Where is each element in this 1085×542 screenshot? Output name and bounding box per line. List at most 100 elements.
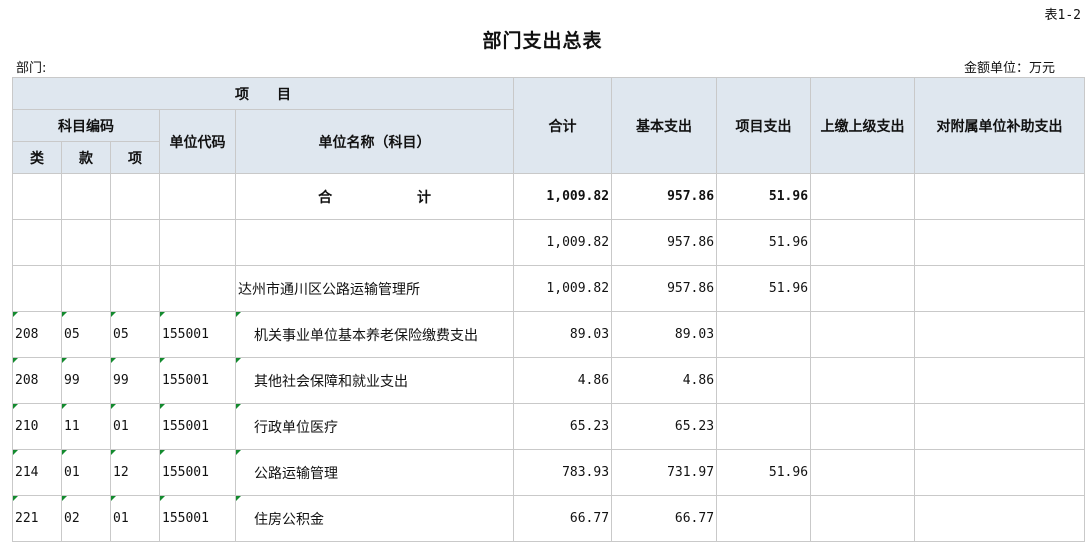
cell-project bbox=[716, 311, 812, 358]
header-superior: 上缴上级支出 bbox=[810, 77, 916, 174]
cell-superior bbox=[810, 495, 916, 542]
cell-subsidy bbox=[914, 311, 1085, 358]
cell-lei bbox=[12, 173, 62, 220]
cell-project: 51.96 bbox=[716, 219, 812, 266]
header-lei: 类 bbox=[12, 141, 62, 174]
table-number: 表1-2 bbox=[1044, 8, 1081, 23]
header-subsidy: 对附属单位补助支出 bbox=[914, 77, 1085, 174]
cell-basic: 89.03 bbox=[611, 311, 718, 358]
cell-kuan: 11 bbox=[61, 403, 111, 450]
header-subject-code: 科目编码 bbox=[12, 109, 160, 142]
cell-total: 1,009.82 bbox=[513, 173, 613, 220]
table-row: 214 01 12 155001 公路运输管理 783.93 731.97 51… bbox=[12, 449, 1085, 496]
cell-superior bbox=[810, 173, 916, 220]
cell-kuan bbox=[61, 219, 111, 266]
cell-unit-code bbox=[159, 173, 236, 220]
header-xiang: 项 bbox=[110, 141, 160, 174]
cell-xiang: 01 bbox=[110, 403, 160, 450]
cell-unit-name: 合 计 bbox=[234, 173, 515, 220]
expenditure-table: 项 目 合计 基本支出 项目支出 上缴上级支出 对附属单位补助支出 科目编码 单… bbox=[11, 77, 1085, 542]
cell-xiang bbox=[110, 173, 160, 220]
header-total: 合计 bbox=[513, 77, 613, 174]
table-row: 208 99 99 155001 其他社会保障和就业支出 4.86 4.86 bbox=[12, 357, 1085, 404]
cell-lei: 221 bbox=[12, 495, 62, 542]
cell-basic: 66.77 bbox=[611, 495, 718, 542]
cell-superior bbox=[810, 219, 916, 266]
cell-superior bbox=[810, 265, 916, 312]
cell-unit-code: 155001 bbox=[159, 495, 236, 542]
cell-project bbox=[716, 495, 812, 542]
cell-total: 4.86 bbox=[513, 357, 613, 404]
cell-kuan: 99 bbox=[61, 357, 111, 404]
header-unit-code: 单位代码 bbox=[159, 109, 236, 174]
cell-lei: 214 bbox=[12, 449, 62, 496]
cell-unit-code: 155001 bbox=[159, 311, 236, 358]
cell-unit-code bbox=[159, 265, 236, 312]
cell-subsidy bbox=[914, 219, 1085, 266]
cell-basic: 4.86 bbox=[611, 357, 718, 404]
cell-kuan: 01 bbox=[61, 449, 111, 496]
cell-unit-name: 其他社会保障和就业支出 bbox=[234, 357, 515, 404]
table-row: 达州市通川区公路运输管理所 1,009.82 957.86 51.96 bbox=[12, 265, 1085, 312]
cell-subsidy bbox=[914, 357, 1085, 404]
cell-kuan: 05 bbox=[61, 311, 111, 358]
department-label: 部门: bbox=[16, 61, 47, 76]
cell-subsidy bbox=[914, 449, 1085, 496]
cell-kuan bbox=[61, 265, 111, 312]
cell-total: 1,009.82 bbox=[513, 265, 613, 312]
cell-unit-code bbox=[159, 219, 236, 266]
table-row: 221 02 01 155001 住房公积金 66.77 66.77 bbox=[12, 495, 1085, 542]
header-row: 项 目 合计 基本支出 项目支出 上缴上级支出 对附属单位补助支出 bbox=[11, 77, 1085, 174]
cell-superior bbox=[810, 449, 916, 496]
cell-basic: 957.86 bbox=[611, 219, 718, 266]
cell-xiang bbox=[110, 219, 160, 266]
cell-project bbox=[716, 357, 812, 404]
cell-unit-name bbox=[234, 219, 515, 266]
cell-kuan bbox=[61, 173, 111, 220]
cell-total: 783.93 bbox=[513, 449, 613, 496]
cell-xiang bbox=[110, 265, 160, 312]
cell-xiang: 99 bbox=[110, 357, 160, 404]
header-kuan: 款 bbox=[61, 141, 111, 174]
header-project: 项 目 bbox=[11, 77, 515, 110]
table-row: 1,009.82 957.86 51.96 bbox=[12, 219, 1085, 266]
cell-subsidy bbox=[914, 265, 1085, 312]
cell-project: 51.96 bbox=[716, 449, 812, 496]
cell-lei bbox=[12, 265, 62, 312]
amount-unit-label: 金额单位：万元 bbox=[963, 61, 1055, 76]
cell-lei: 208 bbox=[12, 357, 62, 404]
cell-superior bbox=[810, 403, 916, 450]
cell-total: 1,009.82 bbox=[513, 219, 613, 266]
cell-project bbox=[716, 403, 812, 450]
header-project-expenditure: 项目支出 bbox=[716, 77, 812, 174]
cell-basic: 957.86 bbox=[611, 173, 718, 220]
cell-subsidy bbox=[914, 173, 1085, 220]
cell-unit-name: 公路运输管理 bbox=[234, 449, 515, 496]
cell-unit-code: 155001 bbox=[159, 357, 236, 404]
cell-superior bbox=[810, 311, 916, 358]
cell-lei: 210 bbox=[12, 403, 62, 450]
cell-project: 51.96 bbox=[716, 173, 812, 220]
cell-unit-name: 行政单位医疗 bbox=[234, 403, 515, 450]
cell-xiang: 01 bbox=[110, 495, 160, 542]
cell-basic: 65.23 bbox=[611, 403, 718, 450]
cell-total: 66.77 bbox=[513, 495, 613, 542]
cell-xiang: 05 bbox=[110, 311, 160, 358]
cell-unit-code: 155001 bbox=[159, 449, 236, 496]
table-row: 210 11 01 155001 行政单位医疗 65.23 65.23 bbox=[12, 403, 1085, 450]
cell-superior bbox=[810, 357, 916, 404]
cell-unit-code: 155001 bbox=[159, 403, 236, 450]
table-row: 合 计 1,009.82 957.86 51.96 bbox=[12, 173, 1085, 220]
page-title: 部门支出总表 bbox=[482, 30, 603, 52]
header-basic: 基本支出 bbox=[611, 77, 718, 174]
cell-lei: 208 bbox=[12, 311, 62, 358]
cell-unit-name: 达州市通川区公路运输管理所 bbox=[234, 265, 515, 312]
cell-total: 65.23 bbox=[513, 403, 613, 450]
cell-subsidy bbox=[914, 403, 1085, 450]
cell-unit-name: 住房公积金 bbox=[234, 495, 515, 542]
cell-unit-name: 机关事业单位基本养老保险缴费支出 bbox=[234, 311, 515, 358]
header-unit-name: 单位名称（科目） bbox=[234, 109, 515, 174]
cell-xiang: 12 bbox=[110, 449, 160, 496]
table-row: 208 05 05 155001 机关事业单位基本养老保险缴费支出 89.03 … bbox=[12, 311, 1085, 358]
cell-lei bbox=[12, 219, 62, 266]
